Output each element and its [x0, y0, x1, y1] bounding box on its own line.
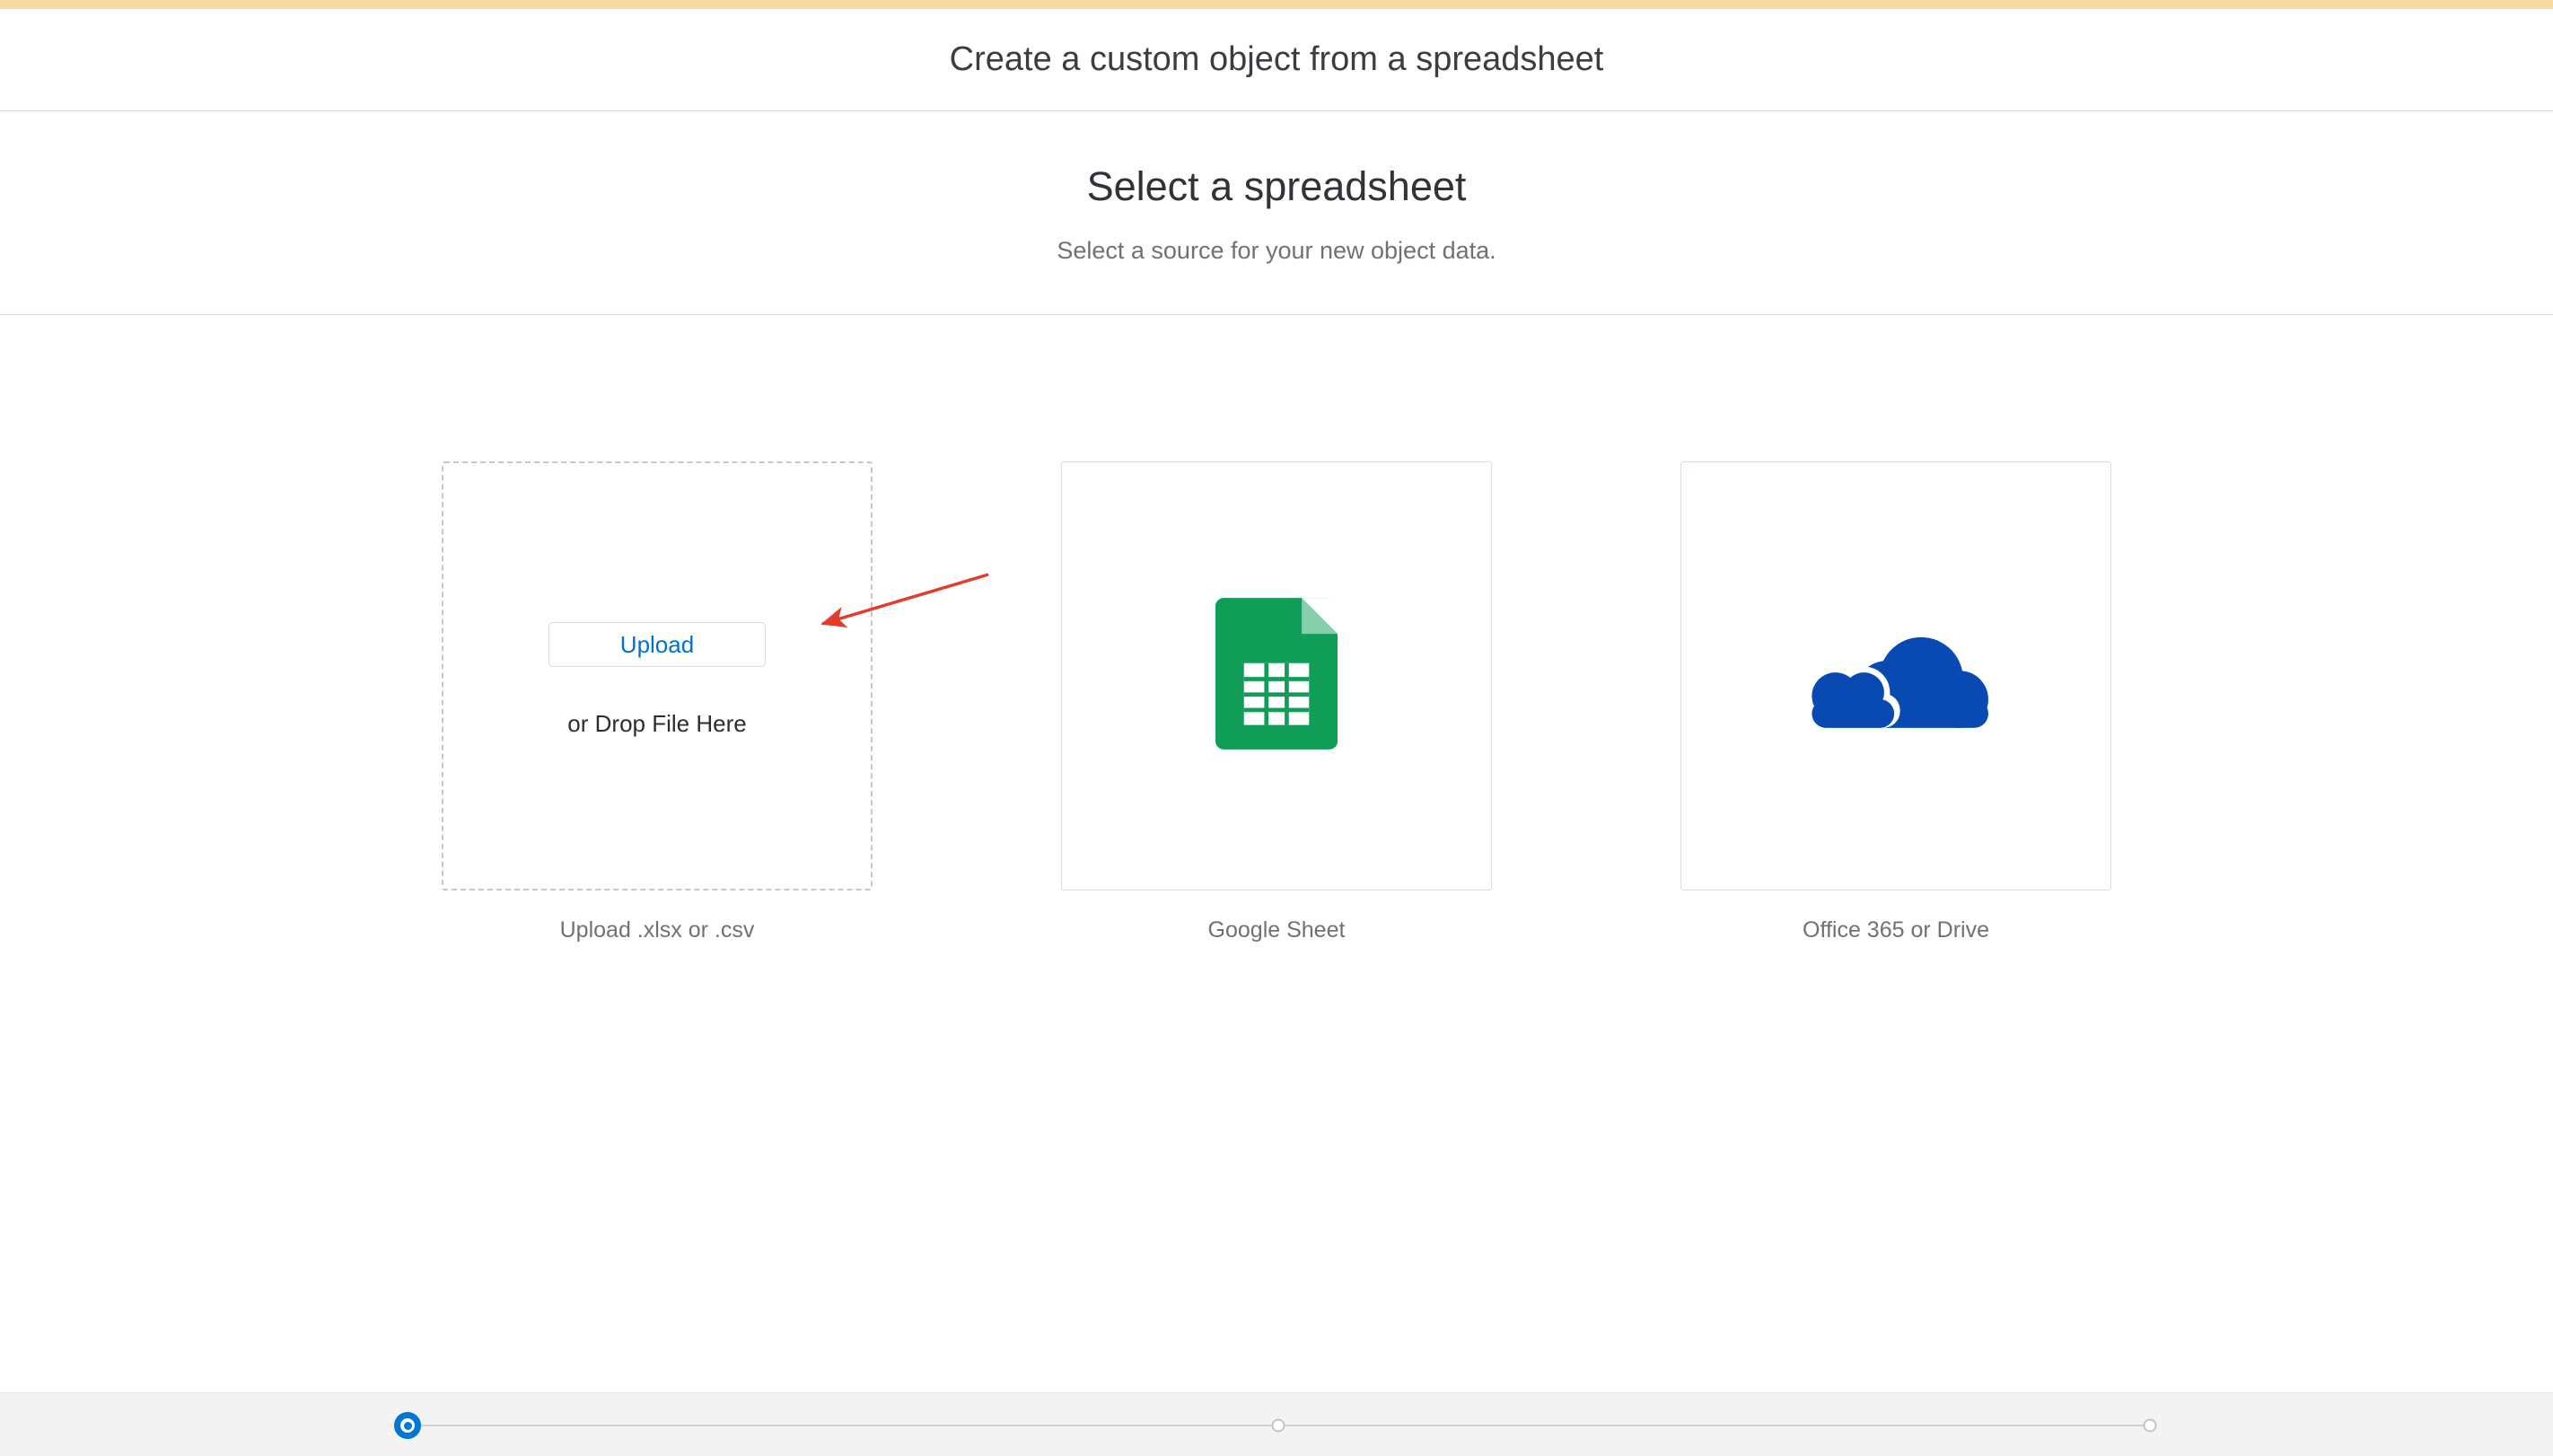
office-caption: Office 365 or Drive: [1803, 917, 1989, 943]
step-intro: Select a spreadsheet Select a source for…: [0, 111, 2553, 315]
page-header: Create a custom object from a spreadshee…: [0, 9, 2553, 111]
upload-caption: Upload .xlsx or .csv: [559, 917, 755, 943]
upload-button[interactable]: Upload: [548, 622, 766, 667]
onedrive-cloud-icon: [1788, 609, 2004, 744]
google-sheets-icon: [1215, 598, 1338, 754]
progress-step-2[interactable]: [1271, 1418, 1285, 1433]
step-title: Select a spreadsheet: [1086, 163, 1467, 209]
source-cards-row: Upload or Drop File Here Upload .xlsx or…: [0, 461, 2553, 943]
brand-strip: [0, 0, 2553, 9]
page-title: Create a custom object from a spreadshee…: [949, 40, 1604, 78]
upload-dropzone[interactable]: Upload or Drop File Here: [442, 461, 873, 890]
upload-source-column: Upload or Drop File Here Upload .xlsx or…: [442, 461, 873, 943]
office-source-column: Office 365 or Drive: [1680, 461, 2111, 943]
google-sheet-card[interactable]: [1061, 461, 1492, 890]
step-subtitle: Select a source for your new object data…: [1057, 237, 1496, 264]
source-selection-area: Upload or Drop File Here Upload .xlsx or…: [0, 461, 2553, 943]
progress-step-3[interactable]: [2143, 1418, 2157, 1433]
drop-file-hint: or Drop File Here: [567, 710, 747, 737]
office-card[interactable]: [1680, 461, 2111, 890]
google-sheet-caption: Google Sheet: [1207, 917, 1346, 943]
progress-step-1[interactable]: [394, 1412, 421, 1439]
progress-bar: [0, 1392, 2553, 1456]
google-sheet-source-column: Google Sheet: [1061, 461, 1492, 943]
